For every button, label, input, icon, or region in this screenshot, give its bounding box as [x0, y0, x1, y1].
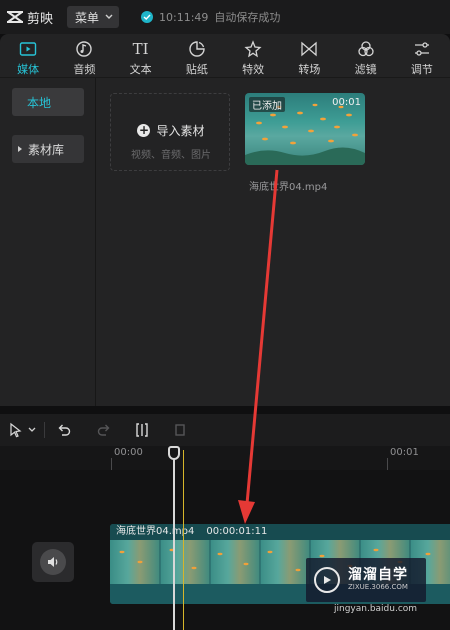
category-toolbar: 媒体 音频 TI 文本 贴纸 特效 转场 滤镜 调节	[0, 34, 450, 78]
clip-duration: 00:00:01:11	[206, 526, 268, 537]
media-icon	[19, 42, 37, 56]
track-mute-button[interactable]	[32, 542, 74, 582]
sidebar-item-library-label: 素材库	[28, 142, 65, 157]
tab-media-label: 媒体	[17, 63, 40, 76]
redo-icon	[97, 424, 110, 436]
tab-effects-label: 特效	[242, 63, 265, 76]
playhead-line	[173, 449, 175, 630]
added-badge: 已添加	[249, 97, 285, 112]
save-text: 自动保存成功	[214, 11, 281, 24]
media-thumbnail[interactable]: 已添加 00:01	[245, 93, 365, 165]
playhead-handle[interactable]	[168, 446, 180, 460]
media-duration: 00:01	[332, 97, 361, 108]
tab-media[interactable]: 媒体	[0, 34, 56, 77]
watermark-subtitle: ZIXUE.3066.COM	[348, 582, 408, 591]
adjust-icon	[414, 42, 429, 56]
plus-icon: +	[137, 123, 151, 137]
timeline-toolbar	[0, 414, 450, 446]
sidebar-item-local[interactable]: 本地	[12, 88, 84, 116]
audio-icon	[76, 41, 93, 57]
watermark-url: jingyan.baidu.com	[334, 604, 418, 614]
menu-label: 菜单	[75, 10, 100, 25]
sidebar-item-library[interactable]: 素材库	[12, 135, 84, 163]
tab-text-label: 文本	[129, 63, 152, 76]
material-sidebar: 本地 素材库	[0, 78, 96, 406]
title-bar: 剪映 菜单 10:11:49 自动保存成功	[0, 0, 450, 34]
split-button[interactable]	[131, 414, 153, 446]
ruler-tick	[387, 458, 388, 470]
track-area: 海底世界04.mp4 00:00:01:11 溜溜自学 ZIXUE.3066.C…	[0, 470, 450, 630]
autosave-status: 10:11:49 自动保存成功	[141, 9, 280, 25]
timeline-panel: 00:00 00:01 海底世界04.mp4 00:00:01:11 溜溜自学 …	[0, 414, 450, 630]
redo-button[interactable]	[93, 414, 115, 446]
sticker-icon	[189, 41, 205, 57]
tab-audio[interactable]: 音频	[56, 34, 112, 77]
check-icon	[141, 11, 154, 23]
app-window: 剪映 菜单 10:11:49 自动保存成功 媒体 音频 TI 文本 贴纸 特效 …	[0, 0, 450, 630]
watermark: 溜溜自学 ZIXUE.3066.COM	[306, 558, 426, 602]
play-logo-icon	[314, 567, 340, 593]
app-title: 剪映	[27, 11, 54, 27]
tab-text[interactable]: TI 文本	[113, 34, 169, 77]
filter-icon	[357, 41, 374, 57]
toolbar-divider	[44, 422, 45, 438]
speaker-icon	[48, 557, 58, 567]
capcut-logo-icon	[7, 11, 23, 23]
tab-transition-label: 转场	[298, 63, 321, 76]
undo-icon	[58, 424, 71, 436]
menu-button[interactable]: 菜单	[67, 6, 120, 28]
clip-header: 海底世界04.mp4 00:00:01:11	[110, 524, 450, 540]
save-time: 10:11:49	[159, 10, 209, 24]
caret-right-icon	[18, 146, 22, 152]
ruler-label-start: 00:00	[114, 447, 143, 458]
delete-icon	[175, 424, 185, 436]
tab-filter-label: 滤镜	[354, 63, 377, 76]
ruler-tick	[111, 458, 112, 470]
cursor-icon	[10, 422, 22, 438]
import-material-button[interactable]: + 导入素材 视频、音频、图片	[110, 93, 230, 171]
ruler-label-end: 00:01	[390, 447, 419, 458]
delete-button[interactable]	[169, 414, 191, 446]
media-filename: 海底世界04.mp4	[249, 182, 328, 193]
select-tool-button[interactable]	[8, 414, 36, 446]
material-panel: 媒体 音频 TI 文本 贴纸 特效 转场 滤镜 调节 本地 素材库	[0, 34, 450, 406]
import-hint: 视频、音频、图片	[131, 150, 211, 161]
tab-adjust[interactable]: 调节	[394, 34, 450, 77]
undo-button[interactable]	[53, 414, 75, 446]
tab-sticker[interactable]: 贴纸	[169, 34, 225, 77]
tab-transition[interactable]: 转场	[281, 34, 337, 77]
import-label: 导入素材	[156, 124, 205, 138]
watermark-title: 溜溜自学	[348, 567, 408, 584]
effects-icon	[244, 40, 262, 58]
sidebar-item-local-label: 本地	[27, 95, 52, 110]
transition-icon	[301, 41, 318, 57]
tab-effects[interactable]: 特效	[225, 34, 281, 77]
hover-time-line	[183, 450, 184, 630]
chevron-down-icon	[28, 427, 36, 432]
app-logo: 剪映	[6, 8, 53, 27]
text-icon: TI	[132, 40, 149, 58]
tab-filter[interactable]: 滤镜	[338, 34, 394, 77]
split-icon	[136, 423, 148, 437]
chevron-down-icon	[105, 14, 113, 19]
time-ruler[interactable]: 00:00 00:01	[0, 446, 450, 470]
tab-adjust-label: 调节	[410, 63, 433, 76]
tab-sticker-label: 贴纸	[185, 63, 208, 76]
tab-audio-label: 音频	[73, 63, 96, 76]
